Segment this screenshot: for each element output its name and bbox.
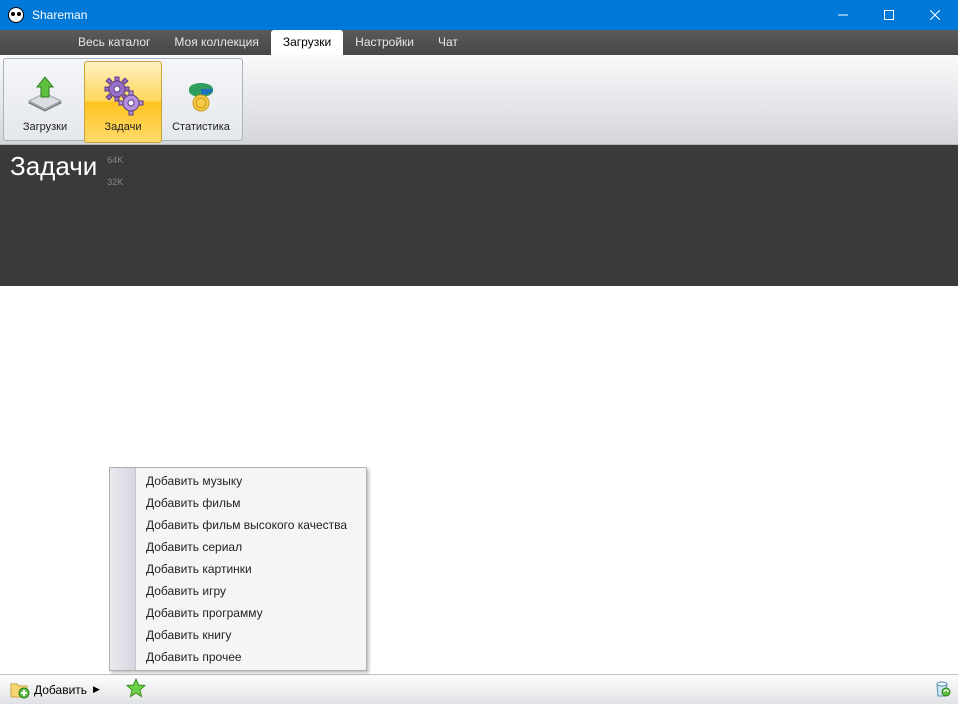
trash-icon: [932, 678, 952, 698]
main-area: Добавить музыку Добавить фильм Добавить …: [0, 286, 958, 674]
ribbon-tasks[interactable]: Задачи: [84, 61, 162, 143]
ribbon-group: Загрузки: [3, 58, 243, 141]
ribbon-stats-label: Статистика: [172, 121, 230, 133]
context-menu: Добавить музыку Добавить фильм Добавить …: [109, 467, 367, 671]
menu-item-add-series[interactable]: Добавить сериал: [136, 536, 366, 558]
dropdown-arrow-icon: ▶: [93, 684, 100, 695]
window-title: Shareman: [32, 8, 820, 22]
close-button[interactable]: [912, 0, 958, 30]
ribbon-tasks-label: Задачи: [105, 121, 142, 133]
titlebar: Shareman: [0, 0, 958, 30]
ribbon-downloads[interactable]: Загрузки: [6, 61, 84, 143]
tab-downloads[interactable]: Загрузки: [271, 30, 343, 55]
stats-icon: [177, 71, 225, 119]
menu-gutter: [110, 468, 136, 670]
menu-item-add-game[interactable]: Добавить игру: [136, 580, 366, 602]
tab-chat[interactable]: Чат: [426, 30, 470, 55]
ribbon: Загрузки: [0, 55, 958, 145]
tick-label: 32K: [107, 177, 123, 199]
trash-button[interactable]: [932, 678, 952, 701]
minimize-button[interactable]: [820, 0, 866, 30]
page-title: Задачи: [0, 145, 107, 286]
chart-ticks: 64K 32K: [107, 145, 123, 286]
favorite-button[interactable]: [126, 678, 146, 701]
folder-add-icon: [10, 681, 30, 699]
menubar: Весь каталог Моя коллекция Загрузки Наст…: [0, 30, 958, 55]
header-area: Задачи 64K 32K: [0, 145, 958, 286]
menu-item-add-music[interactable]: Добавить музыку: [136, 470, 366, 492]
tab-collection[interactable]: Моя коллекция: [162, 30, 270, 55]
ribbon-downloads-label: Загрузки: [23, 121, 67, 133]
gears-icon: [99, 71, 147, 119]
add-button[interactable]: Добавить ▶: [6, 679, 104, 701]
tab-catalog[interactable]: Весь каталог: [66, 30, 162, 55]
maximize-button[interactable]: [866, 0, 912, 30]
menu-item-add-program[interactable]: Добавить программу: [136, 602, 366, 624]
statusbar: Добавить ▶: [0, 674, 958, 704]
menu-item-add-other[interactable]: Добавить прочее: [136, 646, 366, 668]
app-icon: [8, 7, 24, 23]
download-icon: [21, 71, 69, 119]
tick-label: 64K: [107, 155, 123, 177]
menu-item-add-film[interactable]: Добавить фильм: [136, 492, 366, 514]
menu-item-add-hq-film[interactable]: Добавить фильм высокого качества: [136, 514, 366, 536]
ribbon-stats[interactable]: Статистика: [162, 61, 240, 143]
add-button-label: Добавить: [34, 683, 87, 697]
star-icon: [126, 678, 146, 698]
menu-item-add-pictures[interactable]: Добавить картинки: [136, 558, 366, 580]
menu-item-add-book[interactable]: Добавить книгу: [136, 624, 366, 646]
tab-settings[interactable]: Настройки: [343, 30, 426, 55]
